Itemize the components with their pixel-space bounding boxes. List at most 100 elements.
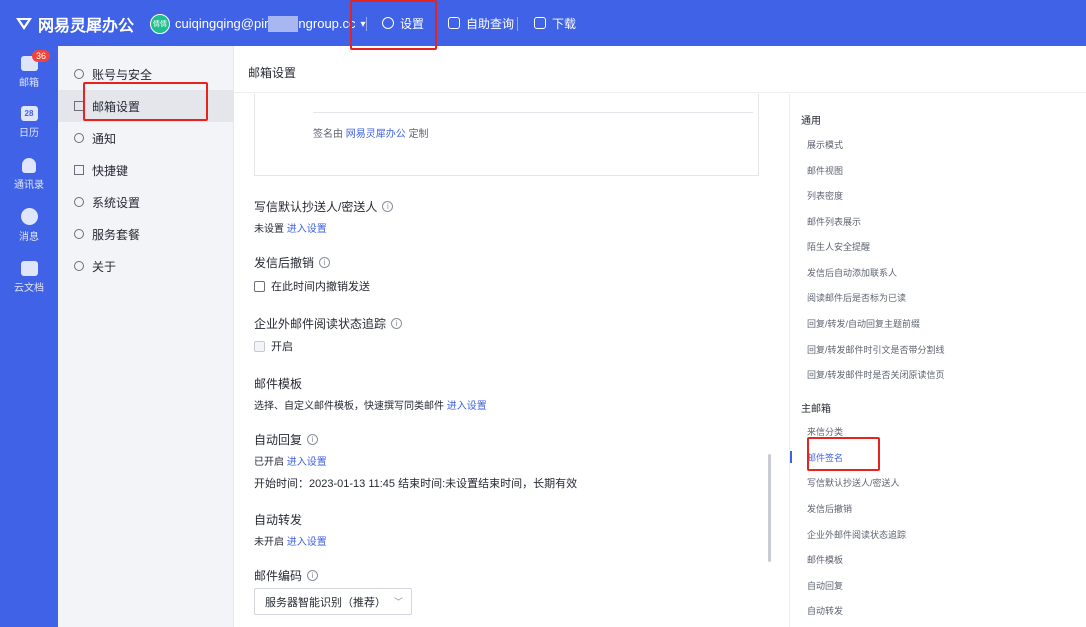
index-item[interactable]: 邮件视图: [807, 164, 843, 177]
settings-index: 通用 展示模式 邮件视图 列表密度 邮件列表展示 陌生人安全提醒 发信后自动添加…: [789, 94, 1086, 627]
info-icon[interactable]: i: [391, 318, 403, 329]
index-item[interactable]: 发信后自动添加联系人: [807, 266, 897, 279]
account-switcher[interactable]: 情情 cuiqingqing@pir ngroup.cc ▾: [150, 14, 366, 34]
rail-docs-label: 云文档: [14, 283, 44, 294]
active-indicator: [790, 451, 792, 463]
top-bar: 网易灵犀办公 情情 cuiqingqing@pir ngroup.cc ▾ 设置 …: [0, 0, 1086, 46]
autoreply-section-title: 自动回复 i: [254, 431, 319, 448]
folder-icon: [20, 261, 38, 276]
bell-icon: [74, 133, 84, 143]
signature-credit: 签名由 网易灵犀办公 定制: [313, 129, 429, 140]
index-item[interactable]: 写信默认抄送人/密送人: [807, 476, 900, 489]
index-group-general: 通用: [801, 116, 821, 127]
index-item[interactable]: 企业外邮件阅读状态追踪: [807, 528, 906, 541]
tracking-checkbox[interactable]: 开启: [254, 338, 293, 354]
sidebar-item-label: 关于: [92, 259, 117, 274]
nav-settings[interactable]: 设置: [382, 0, 424, 46]
index-item[interactable]: 回复/转发邮件时是否关闭原读信页: [807, 368, 945, 381]
template-desc: 选择、自定义邮件模板，快速撰写同类邮件 进入设置: [254, 401, 487, 412]
info-icon[interactable]: i: [307, 434, 319, 445]
nav-settings-label: 设置: [400, 16, 425, 31]
package-icon: [74, 229, 84, 239]
settings-content: 签名由 网易灵犀办公 定制 写信默认抄送人/密送人 i 未设置 进入设置 发信后撤…: [234, 94, 788, 627]
content-scrollbar[interactable]: [768, 454, 771, 562]
nav-download[interactable]: 下载: [534, 0, 576, 46]
rail-messages[interactable]: 消息: [0, 208, 58, 243]
checkbox-icon: [254, 340, 265, 352]
sidebar-item-service-plan[interactable]: 服务套餐: [58, 218, 234, 250]
tracking-section-title: 企业外邮件阅读状态追踪 i: [254, 315, 403, 332]
rail-contacts[interactable]: 通讯录: [0, 158, 58, 191]
nav-divider: [517, 17, 518, 31]
settings-sidebar: 账号与安全 邮箱设置 通知 快捷键 系统设置 服务套餐 关于: [58, 46, 234, 627]
index-item[interactable]: 回复/转发邮件时引文是否带分割线: [807, 343, 945, 356]
info-icon: [74, 261, 84, 271]
index-item[interactable]: 发信后撤销: [807, 502, 852, 515]
forward-enter-settings-link[interactable]: 进入设置: [287, 537, 327, 548]
index-item[interactable]: 邮件列表展示: [807, 215, 861, 228]
page-title: 邮箱设置: [234, 46, 1086, 93]
logo-mark-icon: [16, 18, 32, 30]
sidebar-item-notifications[interactable]: 通知: [58, 122, 234, 154]
autoreply-time: 开始时间：2023-01-13 11:45 结束时间:未设置结束时间，长期有效: [254, 478, 578, 490]
index-item[interactable]: 回复/转发/自动回复主题前缀: [807, 317, 920, 330]
rail-mail[interactable]: 36 邮箱: [0, 50, 58, 89]
cc-enter-settings-link[interactable]: 进入设置: [287, 224, 327, 235]
settings-icon: [382, 17, 394, 29]
sidebar-item-mailbox-settings[interactable]: 邮箱设置: [58, 90, 234, 122]
rail-messages-label: 消息: [19, 232, 39, 243]
contacts-icon: [22, 158, 36, 173]
app-name: 网易灵犀办公: [38, 18, 135, 35]
rail-calendar-label: 日历: [19, 128, 39, 139]
undo-send-checkbox[interactable]: 在此时间内撤销发送: [254, 278, 370, 294]
user-icon: [74, 69, 84, 79]
index-item[interactable]: 展示模式: [807, 138, 843, 151]
index-group-main-mailbox: 主邮箱: [801, 404, 831, 415]
index-item[interactable]: 陌生人安全提醒: [807, 240, 870, 253]
sidebar-item-label: 邮箱设置: [92, 99, 141, 114]
sidebar-item-shortcuts[interactable]: 快捷键: [58, 154, 234, 186]
sidebar-item-account-security[interactable]: 账号与安全: [58, 58, 234, 90]
encoding-select[interactable]: 服务器智能识别（推荐） ﹀: [254, 588, 412, 615]
signature-preview: 签名由 网易灵犀办公 定制: [254, 94, 759, 176]
avatar: 情情: [150, 14, 170, 34]
sidebar-item-about[interactable]: 关于: [58, 250, 234, 282]
index-item[interactable]: 阅读邮件后是否标为已读: [807, 291, 906, 304]
redacted-block: [268, 16, 299, 33]
rail-calendar[interactable]: 28 日历: [0, 106, 58, 139]
sidebar-item-label: 服务套餐: [92, 227, 141, 242]
rail-docs[interactable]: 云文档: [0, 261, 58, 294]
index-item[interactable]: 自动回复: [807, 579, 843, 592]
template-enter-settings-link[interactable]: 进入设置: [447, 401, 487, 412]
sidebar-item-system-settings[interactable]: 系统设置: [58, 186, 234, 218]
calendar-icon: 28: [20, 106, 38, 121]
index-item[interactable]: 自动转发: [807, 604, 843, 617]
app-logo[interactable]: 网易灵犀办公: [14, 12, 134, 36]
rail-contacts-label: 通讯录: [14, 180, 44, 191]
query-icon: [448, 17, 460, 29]
sidebar-item-label: 快捷键: [92, 163, 129, 178]
info-icon[interactable]: i: [319, 257, 331, 268]
chevron-down-icon: ▾: [360, 18, 366, 30]
index-item-active[interactable]: 邮件签名: [807, 451, 843, 464]
gear-icon: [74, 197, 84, 207]
app-rail: 36 邮箱 28 日历 通讯录 消息 云文档: [0, 46, 58, 627]
index-item[interactable]: 来信分类: [807, 425, 843, 438]
autoreply-enter-settings-link[interactable]: 进入设置: [287, 457, 327, 468]
cc-status: 未设置 进入设置: [254, 224, 327, 235]
index-item[interactable]: 邮件模板: [807, 553, 843, 566]
sidebar-item-label: 系统设置: [92, 195, 141, 210]
sidebar-item-label: 账号与安全: [92, 67, 153, 82]
rail-mail-label: 邮箱: [19, 78, 39, 89]
signature-credit-link[interactable]: 网易灵犀办公: [346, 129, 406, 140]
nav-divider: [435, 17, 436, 31]
index-item[interactable]: 列表密度: [807, 189, 843, 202]
info-icon[interactable]: i: [307, 570, 319, 581]
nav-divider: [366, 17, 367, 31]
nav-download-label: 下载: [552, 16, 577, 31]
unread-badge: 36: [32, 50, 51, 62]
info-icon[interactable]: i: [382, 201, 394, 212]
nav-self-query[interactable]: 自助查询: [448, 0, 514, 46]
forward-section-title: 自动转发: [254, 513, 303, 527]
checkbox-icon: [254, 280, 265, 292]
